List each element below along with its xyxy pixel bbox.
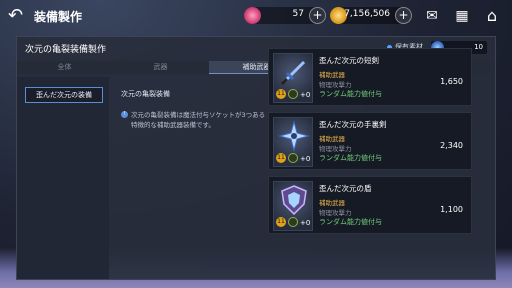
item-thumbnail: 11 +0	[273, 117, 313, 167]
description-heading: 次元の亀裂装備	[121, 90, 170, 98]
shop-icon[interactable]: ▦	[452, 7, 472, 25]
socket-icon	[288, 217, 298, 227]
page-title: 装備製作	[34, 10, 83, 24]
item-thumbnail: 11 +0	[273, 181, 313, 231]
item-list[interactable]: 11 +0 歪んだ次元の短剣 補助武器 物理攻撃力 ランダム能力値付与 1,65…	[268, 48, 474, 242]
gold-currency: 7,156,506 +	[330, 7, 412, 24]
item-stat-value: 1,100	[440, 205, 463, 214]
socket-icon	[288, 153, 298, 163]
gold-count: 7,156,506	[344, 9, 390, 19]
enhance-level: +0	[300, 155, 311, 163]
item-name: 歪んだ次元の手裏剣	[319, 120, 387, 129]
shield-icon	[281, 185, 307, 216]
socket-icon	[288, 89, 298, 99]
description-text: 次元の亀裂装備は魔法付与ソケットが3つある特徴的な補助武器装備です。	[131, 111, 266, 129]
level-badge: 11	[276, 89, 286, 99]
enhance-level: +0	[300, 91, 311, 99]
item-type: 補助武器	[319, 199, 345, 207]
filter-column: 歪んだ次元の装備	[17, 77, 109, 279]
level-badge: 11	[276, 153, 286, 163]
item-stat-value: 2,340	[440, 141, 463, 150]
enhance-level: +0	[300, 219, 311, 227]
add-gem-button[interactable]: +	[309, 7, 326, 24]
dagger-icon	[280, 60, 306, 86]
home-icon[interactable]: ⌂	[482, 7, 502, 25]
gem-currency: 57 +	[244, 7, 326, 24]
back-arrow-icon[interactable]: ↶	[8, 6, 30, 26]
item-type: 補助武器	[319, 71, 345, 79]
item-option: ランダム能力値付与	[319, 218, 382, 226]
level-badge: 11	[276, 217, 286, 227]
item-name: 歪んだ次元の盾	[319, 184, 372, 193]
item-option: ランダム能力値付与	[319, 154, 382, 162]
top-bar: ↶ 装備製作 57 + 7,156,506 + ✉ ▦ ⌂	[0, 0, 512, 32]
description-area: 次元の亀裂装備 ! 次元の亀裂装備は魔法付与ソケットが3つある特徴的な補助武器装…	[113, 77, 273, 279]
mail-icon[interactable]: ✉	[422, 7, 442, 25]
shuriken-icon	[278, 120, 310, 152]
item-name: 歪んだ次元の短剣	[319, 56, 379, 65]
list-item[interactable]: 11 +0 歪んだ次元の短剣 補助武器 物理攻撃力 ランダム能力値付与 1,65…	[268, 48, 472, 106]
gem-icon	[244, 7, 261, 24]
owned-material-count: 10	[474, 43, 483, 51]
list-item[interactable]: 11 +0 歪んだ次元の手裏剣 補助武器 物理攻撃力 ランダム能力値付与 2,3…	[268, 112, 472, 170]
gem-count: 57	[292, 9, 304, 19]
item-option: ランダム能力値付与	[319, 90, 382, 98]
filter-button-distorted-gear[interactable]: 歪んだ次元の装備	[25, 87, 103, 103]
item-thumbnail: 11 +0	[273, 53, 313, 103]
item-type: 補助武器	[319, 135, 345, 143]
item-stat: 物理攻撃力	[319, 209, 352, 217]
item-stat: 物理攻撃力	[319, 81, 352, 89]
panel-title: 次元の亀裂装備製作	[25, 45, 107, 55]
list-item[interactable]: 11 +0 歪んだ次元の盾 補助武器 物理攻撃力 ランダム能力値付与 1,100	[268, 176, 472, 234]
tab-weapon[interactable]: 武器	[113, 61, 208, 74]
add-gold-button[interactable]: +	[395, 7, 412, 24]
tab-all[interactable]: 全体	[17, 61, 112, 74]
item-stat: 物理攻撃力	[319, 145, 352, 153]
item-stat-value: 1,650	[440, 77, 463, 86]
info-icon: !	[121, 111, 128, 118]
